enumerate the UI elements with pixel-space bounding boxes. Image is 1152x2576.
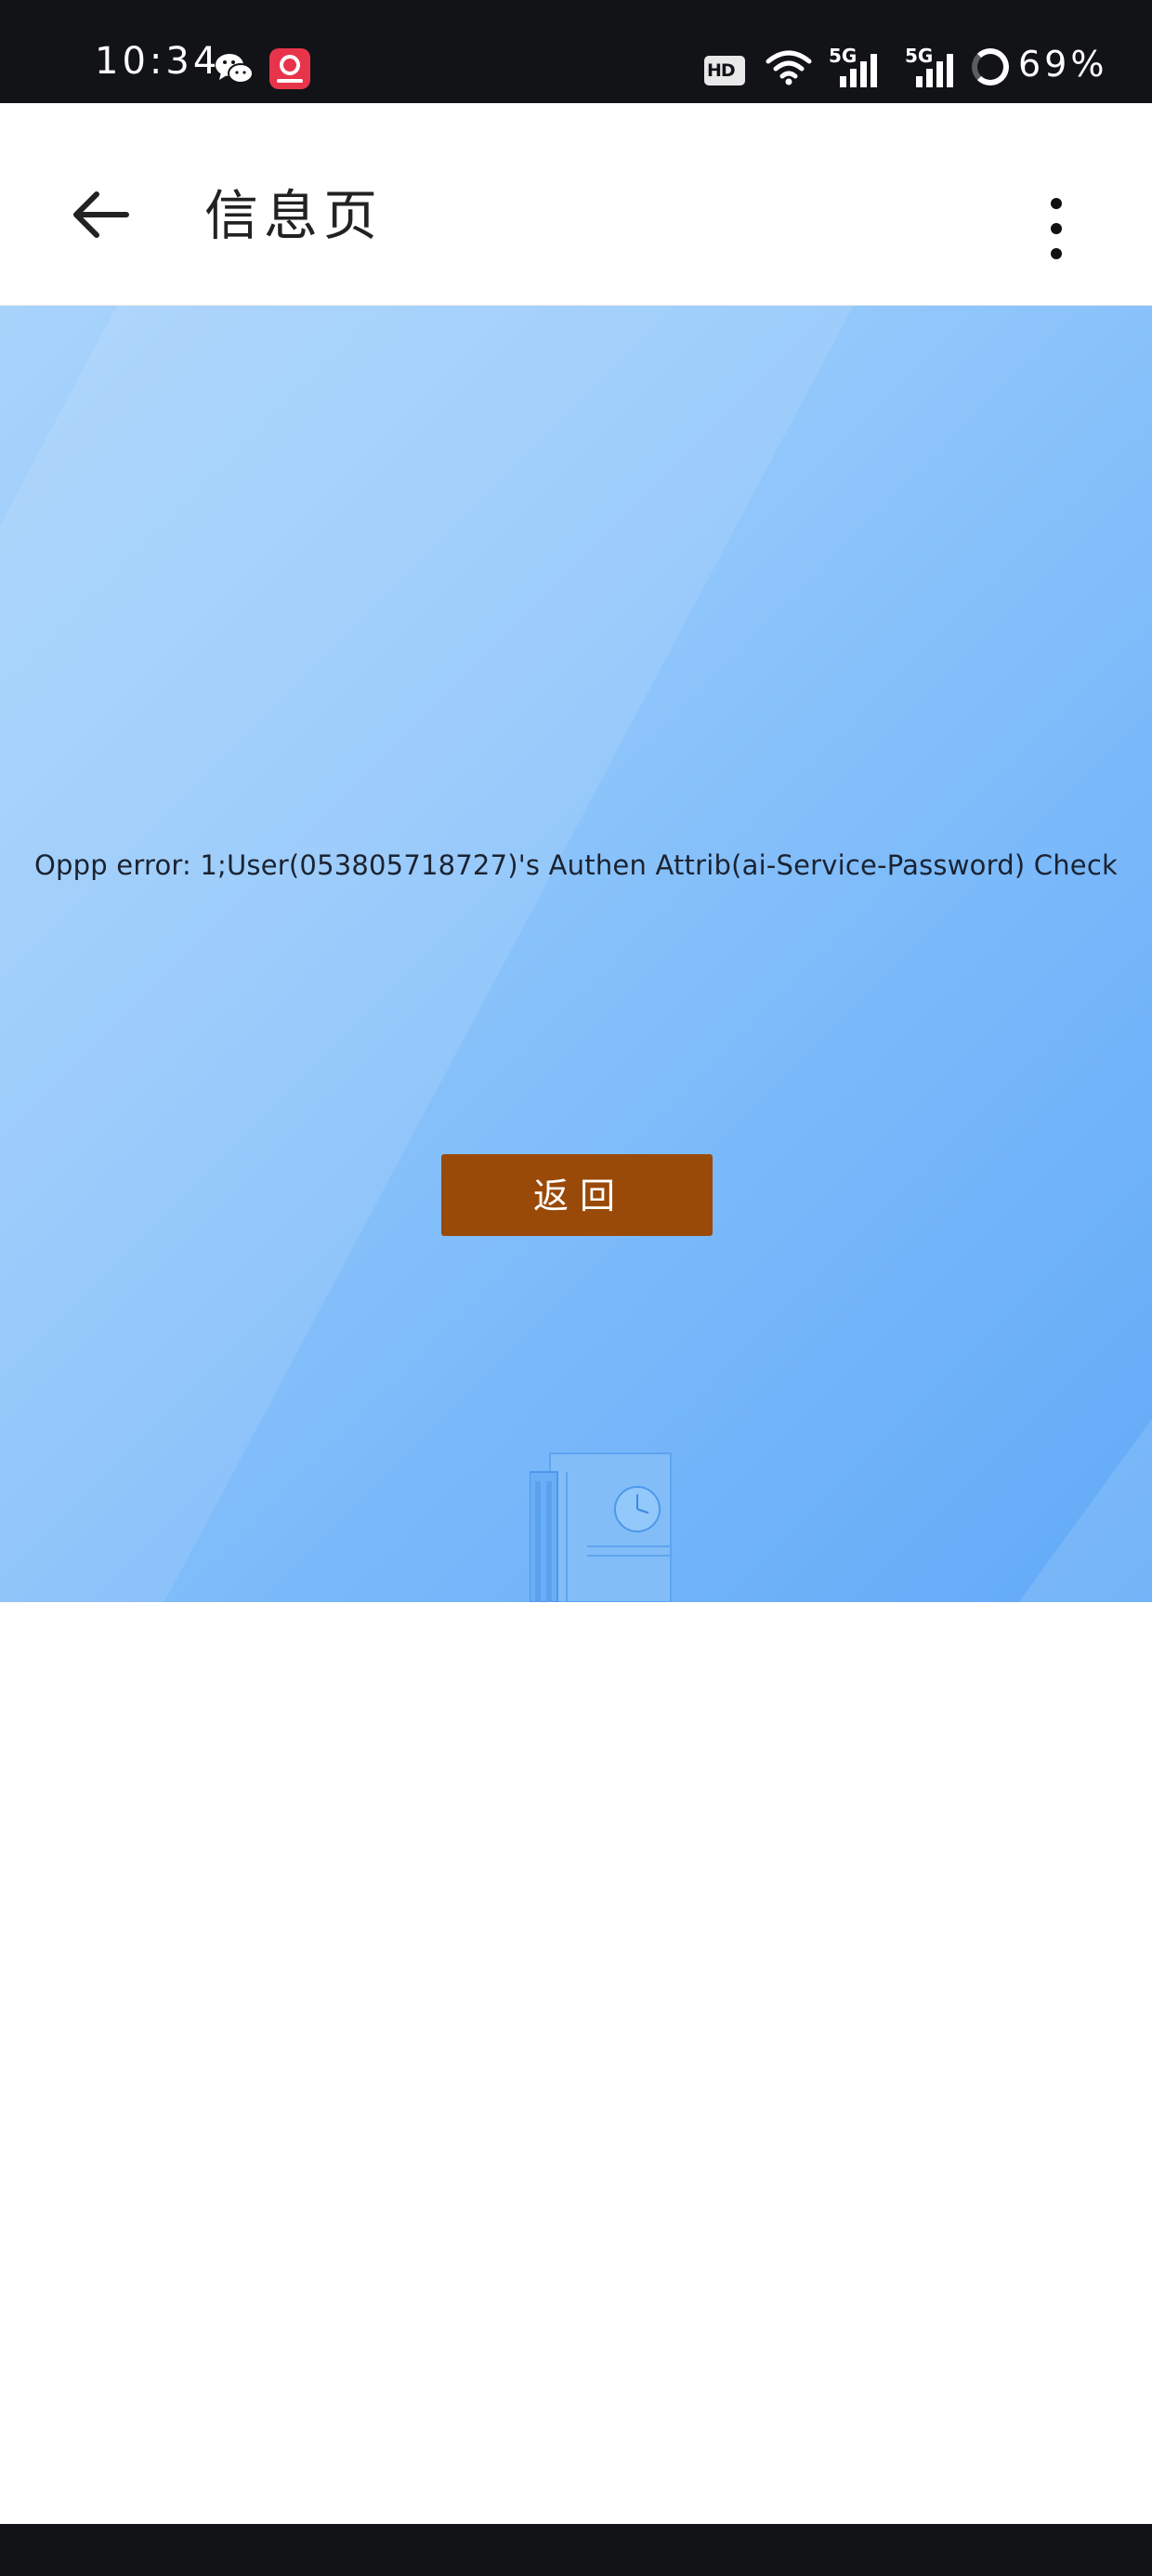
battery-ring-icon xyxy=(972,48,1009,85)
app-notification-icon xyxy=(269,48,310,89)
hd-icon: HD xyxy=(704,56,745,85)
app-bar: 信息页 xyxy=(0,103,1152,306)
background-decoration xyxy=(855,1150,1152,1602)
network-type-label: 5G xyxy=(829,45,857,67)
content-background: Oppp error: 1;User(053805718727)'s Authe… xyxy=(0,306,1152,1602)
network-type-label: 5G xyxy=(905,45,934,67)
5g-signal-icon: 5G xyxy=(829,46,881,87)
return-button[interactable]: 返回 xyxy=(441,1154,713,1236)
wifi-icon xyxy=(766,50,812,85)
background-decoration xyxy=(0,306,907,1602)
system-navigation-bar xyxy=(0,2524,1152,2576)
5g-signal-icon: 5G xyxy=(905,46,957,87)
battery-level: 69% xyxy=(1018,44,1108,85)
status-bar: 10:34 HD 5G 5G 69% xyxy=(0,0,1152,103)
arrow-left-icon[interactable] xyxy=(65,177,139,252)
wechat-icon xyxy=(216,54,254,84)
page-title: 信息页 xyxy=(204,184,384,247)
error-message: Oppp error: 1;User(053805718727)'s Authe… xyxy=(34,849,1118,881)
clock-tower-illustration xyxy=(530,1452,672,1602)
more-vertical-icon[interactable] xyxy=(1039,196,1074,261)
status-time: 10:34 xyxy=(95,40,221,83)
